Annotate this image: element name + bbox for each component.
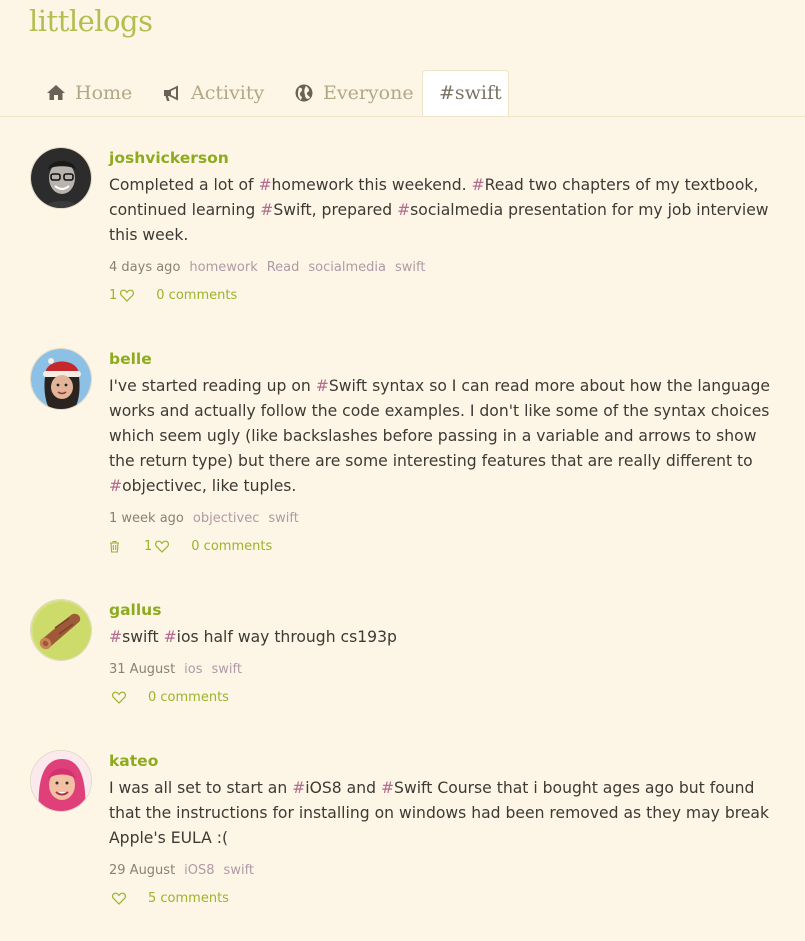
post-text: swift xyxy=(122,628,164,646)
tab-swift[interactable]: #swift xyxy=(422,70,509,116)
like-count: 1 xyxy=(144,539,153,554)
post-text: I've started reading up on xyxy=(109,377,316,395)
tag-link[interactable]: homework xyxy=(189,260,257,275)
post-body: I was all set to start an #iOS8 and #Swi… xyxy=(109,776,779,851)
hashtag-mark: # xyxy=(471,176,485,194)
globe-icon xyxy=(294,83,314,103)
tab-activity-label: Activity xyxy=(191,82,265,104)
tab-activity[interactable]: Activity xyxy=(162,70,264,116)
heart-icon xyxy=(112,691,126,704)
post-meta: 1 week ago objectivec swift xyxy=(109,511,299,526)
post-text: I was all set to start an xyxy=(109,779,293,797)
tab-bar: Home Activity Everyone #swift xyxy=(0,70,805,117)
post-actions: 0 comments xyxy=(109,690,229,705)
tab-home-label: Home xyxy=(75,82,133,104)
post-text: homework this weekend. xyxy=(271,176,472,194)
post-time: 1 week ago xyxy=(109,511,184,526)
tag-link[interactable]: iOS8 xyxy=(184,863,214,878)
post-text: iOS8 and xyxy=(305,779,381,797)
post-meta: 29 August iOS8 swift xyxy=(109,863,254,878)
username[interactable]: gallus xyxy=(109,601,161,619)
home-icon xyxy=(46,83,66,103)
post-text: objectivec, like tuples. xyxy=(122,477,297,495)
megaphone-icon xyxy=(162,83,182,103)
post-text: ios half way through cs193p xyxy=(176,628,397,646)
heart-icon xyxy=(120,289,135,302)
tab-everyone[interactable]: Everyone xyxy=(294,70,414,116)
hashtag-mark: # xyxy=(397,201,411,219)
hashtag-mark: # xyxy=(109,628,123,646)
post-time: 31 August xyxy=(109,662,176,677)
like-button[interactable] xyxy=(109,892,126,905)
post-actions: 1 0 comments xyxy=(109,539,272,554)
username[interactable]: joshvickerson xyxy=(109,149,229,167)
tag-link[interactable]: ios xyxy=(184,662,202,677)
tab-home[interactable]: Home xyxy=(46,70,132,116)
post-meta: 31 August ios swift xyxy=(109,662,242,677)
hashtag-mark: # xyxy=(260,201,274,219)
tag-link[interactable]: swift xyxy=(395,260,425,275)
comments-link[interactable]: 5 comments xyxy=(148,891,229,906)
post-actions: 5 comments xyxy=(109,891,229,906)
like-count: 1 xyxy=(109,288,118,303)
post-text: Completed a lot of xyxy=(109,176,259,194)
trash-icon xyxy=(110,540,119,553)
hashtag-mark: # xyxy=(163,628,177,646)
tag-link[interactable]: swift xyxy=(268,511,298,526)
hashtag-mark: # xyxy=(292,779,306,797)
heart-icon xyxy=(112,892,126,905)
avatar[interactable] xyxy=(30,750,92,812)
like-button[interactable] xyxy=(109,691,126,704)
post-actions: 1 0 comments xyxy=(109,288,237,303)
post-time: 4 days ago xyxy=(109,260,181,275)
hashtag-mark: # xyxy=(109,477,123,495)
heart-icon xyxy=(155,540,170,553)
site-logo[interactable]: littlelogs xyxy=(29,4,153,38)
delete-button[interactable] xyxy=(109,540,120,553)
post-time: 29 August xyxy=(109,863,176,878)
comments-link[interactable]: 0 comments xyxy=(148,690,229,705)
tag-link[interactable]: socialmedia xyxy=(308,260,386,275)
hashtag-mark: # xyxy=(258,176,272,194)
like-button[interactable]: 1 xyxy=(109,288,135,303)
tab-everyone-label: Everyone xyxy=(323,82,414,104)
like-button[interactable]: 1 xyxy=(144,539,170,554)
username[interactable]: kateo xyxy=(109,752,158,770)
hashtag-mark: # xyxy=(315,377,329,395)
tag-link[interactable]: swift xyxy=(224,863,254,878)
comments-link[interactable]: 0 comments xyxy=(156,288,237,303)
post-meta: 4 days ago homework Read socialmedia swi… xyxy=(109,260,425,275)
tag-link[interactable]: Read xyxy=(267,260,300,275)
post-body: #swift #ios half way through cs193p xyxy=(109,625,779,650)
tag-link[interactable]: swift xyxy=(212,662,242,677)
username[interactable]: belle xyxy=(109,350,152,368)
avatar[interactable] xyxy=(30,348,92,410)
post-body: Completed a lot of #homework this weeken… xyxy=(109,173,779,248)
hashtag-mark: # xyxy=(380,779,395,797)
post-body: I've started reading up on #Swift syntax… xyxy=(109,374,779,499)
avatar[interactable] xyxy=(30,599,92,661)
tab-swift-label: #swift xyxy=(439,82,502,104)
post-text: Swift, prepared xyxy=(273,201,398,219)
comments-link[interactable]: 0 comments xyxy=(191,539,272,554)
avatar[interactable] xyxy=(30,147,92,209)
tag-link[interactable]: objectivec xyxy=(193,511,260,526)
